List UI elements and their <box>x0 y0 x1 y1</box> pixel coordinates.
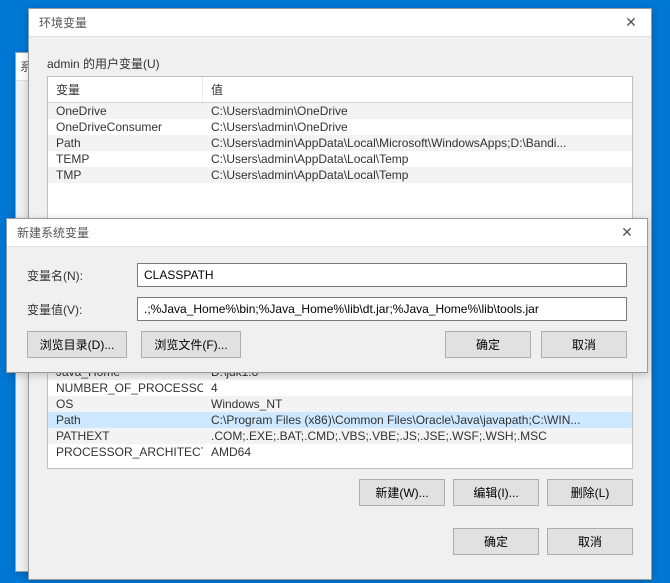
close-icon[interactable]: ✕ <box>611 9 651 37</box>
var-name-input[interactable] <box>137 263 627 287</box>
table-row[interactable]: OneDriveC:\Users\admin\OneDrive <box>48 103 632 119</box>
browse-dir-button[interactable]: 浏览目录(D)... <box>27 331 127 358</box>
dialog-titlebar: 新建系统变量 ✕ <box>7 219 647 247</box>
delete-button[interactable]: 删除(L) <box>547 479 633 506</box>
var-name-cell: TEMP <box>48 151 203 167</box>
dialog-ok-button[interactable]: 确定 <box>445 331 531 358</box>
table-row[interactable]: TMPC:\Users\admin\AppData\Local\Temp <box>48 167 632 183</box>
table-row[interactable]: OneDriveConsumerC:\Users\admin\OneDrive <box>48 119 632 135</box>
var-name-cell: PATHEXT <box>48 428 203 444</box>
var-value-input[interactable] <box>137 297 627 321</box>
table-row[interactable]: TEMPC:\Users\admin\AppData\Local\Temp <box>48 151 632 167</box>
var-value-cell: AMD64 <box>203 444 632 460</box>
var-value-cell: C:\Users\admin\OneDrive <box>203 103 632 119</box>
system-vars-table[interactable]: Java_HomeD:\jdk1.8NUMBER_OF_PROCESSORS4O… <box>47 363 633 469</box>
col-header-value[interactable]: 值 <box>203 77 632 102</box>
var-value-cell: C:\Users\admin\AppData\Local\Temp <box>203 167 632 183</box>
table-row[interactable]: PathC:\Program Files (x86)\Common Files\… <box>48 412 632 428</box>
var-name-cell: Path <box>48 412 203 428</box>
user-vars-label: admin 的用户变量(U) <box>47 55 633 72</box>
var-name-cell: OneDrive <box>48 103 203 119</box>
browse-file-button[interactable]: 浏览文件(F)... <box>141 331 241 358</box>
var-value-cell: Windows_NT <box>203 396 632 412</box>
table-header: 变量 值 <box>48 77 632 103</box>
table-row[interactable]: PathC:\Users\admin\AppData\Local\Microso… <box>48 135 632 151</box>
env-titlebar: 环境变量 ✕ <box>29 9 651 37</box>
new-button[interactable]: 新建(W)... <box>359 479 445 506</box>
var-name-cell: PROCESSOR_ARCHITECTURE <box>48 444 203 460</box>
user-vars-table[interactable]: 变量 值 OneDriveC:\Users\admin\OneDriveOneD… <box>47 76 633 221</box>
var-value-cell: C:\Users\admin\AppData\Local\Microsoft\W… <box>203 135 632 151</box>
cancel-button[interactable]: 取消 <box>547 528 633 555</box>
var-value-cell: 4 <box>203 380 632 396</box>
ok-button[interactable]: 确定 <box>453 528 539 555</box>
var-value-cell: C:\Users\admin\AppData\Local\Temp <box>203 151 632 167</box>
var-name-cell: TMP <box>48 167 203 183</box>
var-name-cell: Path <box>48 135 203 151</box>
var-name-cell: NUMBER_OF_PROCESSORS <box>48 380 203 396</box>
var-value-cell: .COM;.EXE;.BAT;.CMD;.VBS;.VBE;.JS;.JSE;.… <box>203 428 632 444</box>
table-row[interactable]: PROCESSOR_ARCHITECTUREAMD64 <box>48 444 632 460</box>
var-value-cell: C:\Program Files (x86)\Common Files\Orac… <box>203 412 632 428</box>
col-header-name[interactable]: 变量 <box>48 77 203 102</box>
table-row[interactable]: OSWindows_NT <box>48 396 632 412</box>
dialog-title: 新建系统变量 <box>17 224 607 241</box>
var-value-cell: C:\Users\admin\OneDrive <box>203 119 632 135</box>
var-name-label: 变量名(N): <box>27 267 137 284</box>
var-name-cell: OneDriveConsumer <box>48 119 203 135</box>
close-icon[interactable]: ✕ <box>607 219 647 247</box>
table-row[interactable]: PATHEXT.COM;.EXE;.BAT;.CMD;.VBS;.VBE;.JS… <box>48 428 632 444</box>
var-name-cell: OS <box>48 396 203 412</box>
edit-button[interactable]: 编辑(I)... <box>453 479 539 506</box>
env-title: 环境变量 <box>39 14 611 31</box>
var-value-label: 变量值(V): <box>27 301 137 318</box>
dialog-cancel-button[interactable]: 取消 <box>541 331 627 358</box>
table-row[interactable]: NUMBER_OF_PROCESSORS4 <box>48 380 632 396</box>
new-system-variable-dialog: 新建系统变量 ✕ 变量名(N): 变量值(V): 浏览目录(D)... 浏览文件… <box>6 218 648 373</box>
